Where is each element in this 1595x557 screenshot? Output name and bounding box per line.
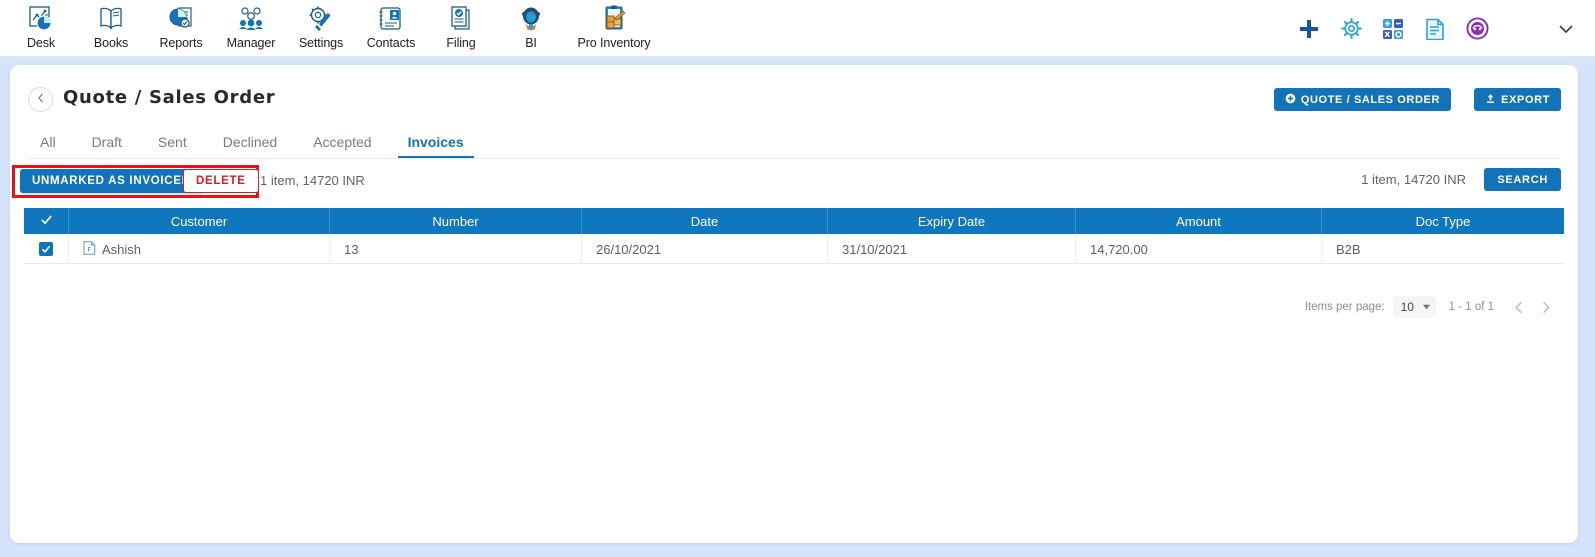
- cell-amount: 14,720.00: [1076, 234, 1322, 264]
- pagination-range: 1 - 1 of 1: [1448, 301, 1494, 313]
- export-button[interactable]: EXPORT: [1474, 88, 1561, 111]
- selection-summary-left: 1 item, 14720 INR: [260, 173, 365, 188]
- nav-app-label: Settings: [298, 36, 344, 50]
- cell-customer[interactable]: F Ashish: [69, 234, 330, 264]
- status-tabs: All Draft Sent Declined Accepted Invoice…: [28, 125, 482, 158]
- tab-invoices[interactable]: Invoices: [390, 134, 482, 158]
- nav-app-settings[interactable]: Settings: [286, 0, 356, 50]
- items-per-page-value: 10: [1400, 300, 1414, 314]
- column-header-amount[interactable]: Amount: [1076, 208, 1322, 234]
- caret-down-icon: [1422, 300, 1431, 314]
- nav-app-contacts[interactable]: Contacts: [356, 0, 426, 50]
- nav-app-label: Contacts: [366, 36, 416, 50]
- unmarked-as-invoiced-label: UNMARKED AS INVOICED: [32, 175, 191, 187]
- tab-declined[interactable]: Declined: [205, 134, 295, 158]
- invoices-table: Customer Number Date Expiry Date Amount …: [24, 208, 1564, 264]
- notes-icon[interactable]: [1423, 17, 1447, 41]
- row-checkbox[interactable]: [39, 242, 53, 256]
- pagination-controls: Items per page: 10 1 - 1 of 1: [1305, 294, 1558, 320]
- file-contact-icon: F: [83, 240, 96, 258]
- cell-doc-type: B2B: [1336, 241, 1361, 257]
- tab-accepted[interactable]: Accepted: [295, 134, 389, 158]
- nav-app-bi[interactable]: BI: [496, 0, 566, 50]
- nav-app-label: Filing: [446, 36, 476, 50]
- tabs-divider: [28, 158, 1560, 159]
- column-header-customer[interactable]: Customer: [69, 208, 330, 234]
- cell-date: 26/10/2021: [582, 234, 828, 264]
- nav-app-reports[interactable]: Reports: [146, 0, 216, 50]
- nav-app-label: Reports: [159, 36, 203, 50]
- back-button[interactable]: [28, 87, 53, 112]
- nav-app-label: Pro Inventory: [577, 36, 651, 50]
- cell-customer-text: Ashish: [102, 241, 142, 257]
- previous-page-button[interactable]: [1506, 294, 1532, 320]
- new-quote-sales-order-label: QUOTE / SALES ORDER: [1300, 93, 1440, 106]
- search-button[interactable]: SEARCH: [1484, 168, 1561, 191]
- tab-sent[interactable]: Sent: [140, 134, 205, 158]
- select-all-header[interactable]: [24, 208, 69, 234]
- tab-all[interactable]: All: [28, 134, 74, 158]
- top-action-icons: [1297, 0, 1595, 57]
- clipboard-boxes-icon: [599, 3, 629, 35]
- top-navigation-bar: Desk Books Reports Manager Settings Cont…: [0, 0, 1595, 57]
- open-book-icon: [96, 3, 126, 35]
- nav-app-label: Manager: [226, 36, 276, 50]
- column-header-date[interactable]: Date: [582, 208, 828, 234]
- next-page-button[interactable]: [1532, 294, 1558, 320]
- cell-number: 13: [330, 234, 582, 264]
- items-per-page-select[interactable]: 10: [1392, 296, 1436, 318]
- support-badge-icon[interactable]: [1465, 17, 1489, 41]
- search-label: SEARCH: [1497, 173, 1548, 186]
- calculator-icon[interactable]: [1381, 17, 1405, 41]
- cell-expiry-date: 31/10/2021: [828, 234, 1076, 264]
- column-header-number[interactable]: Number: [330, 208, 582, 234]
- nav-app-pro-inventory[interactable]: Pro Inventory: [566, 0, 662, 50]
- export-label: EXPORT: [1501, 93, 1550, 106]
- document-check-icon: [446, 3, 476, 35]
- page-title: Quote / Sales Order: [63, 87, 276, 108]
- contact-card-icon: [376, 3, 406, 35]
- app-launcher-list: Desk Books Reports Manager Settings Cont…: [6, 0, 662, 50]
- svg-text:F: F: [88, 245, 92, 253]
- delete-label: DELETE: [196, 175, 246, 187]
- nav-app-filing[interactable]: Filing: [426, 0, 496, 50]
- nav-app-desk[interactable]: Desk: [6, 0, 76, 50]
- plus-icon[interactable]: [1297, 17, 1321, 41]
- nav-app-books[interactable]: Books: [76, 0, 146, 50]
- panel-header: Quote / Sales Order QUOTE / SALES ORDER …: [10, 65, 1578, 120]
- robot-icon: [516, 3, 546, 35]
- checkmark-icon: [40, 213, 53, 229]
- gear-wrench-icon: [306, 3, 336, 35]
- quote-sales-order-panel: Quote / Sales Order QUOTE / SALES ORDER …: [10, 65, 1578, 543]
- people-gear-icon: [236, 3, 266, 35]
- column-header-expiry-date[interactable]: Expiry Date: [828, 208, 1076, 234]
- upload-icon: [1485, 93, 1496, 107]
- items-per-page-label: Items per page:: [1304, 301, 1385, 313]
- chevron-left-icon: [35, 91, 47, 109]
- nav-app-label: Desk: [26, 36, 56, 50]
- table-header-row: Customer Number Date Expiry Date Amount …: [24, 208, 1564, 234]
- tab-draft[interactable]: Draft: [74, 134, 140, 158]
- dashboard-chart-icon: [26, 3, 56, 35]
- delete-button[interactable]: DELETE: [183, 169, 259, 193]
- pie-chart-report-icon: [166, 3, 196, 35]
- new-quote-sales-order-button[interactable]: QUOTE / SALES ORDER: [1273, 88, 1451, 111]
- chevron-down-icon[interactable]: [1555, 18, 1577, 40]
- plus-circle-icon: [1285, 93, 1296, 107]
- unmarked-as-invoiced-button[interactable]: UNMARKED AS INVOICED: [20, 169, 203, 193]
- selection-summary-right: 1 item, 14720 INR: [1361, 172, 1466, 187]
- table-row[interactable]: F Ashish 13 26/10/2021 31/10/2021 14,720…: [24, 234, 1564, 264]
- nav-app-manager[interactable]: Manager: [216, 0, 286, 50]
- gear-icon[interactable]: [1339, 17, 1363, 41]
- nav-app-label: Books: [93, 36, 129, 50]
- nav-app-label: BI: [525, 36, 537, 50]
- column-header-doc-type[interactable]: Doc Type: [1322, 208, 1564, 234]
- row-select-cell[interactable]: [24, 234, 69, 264]
